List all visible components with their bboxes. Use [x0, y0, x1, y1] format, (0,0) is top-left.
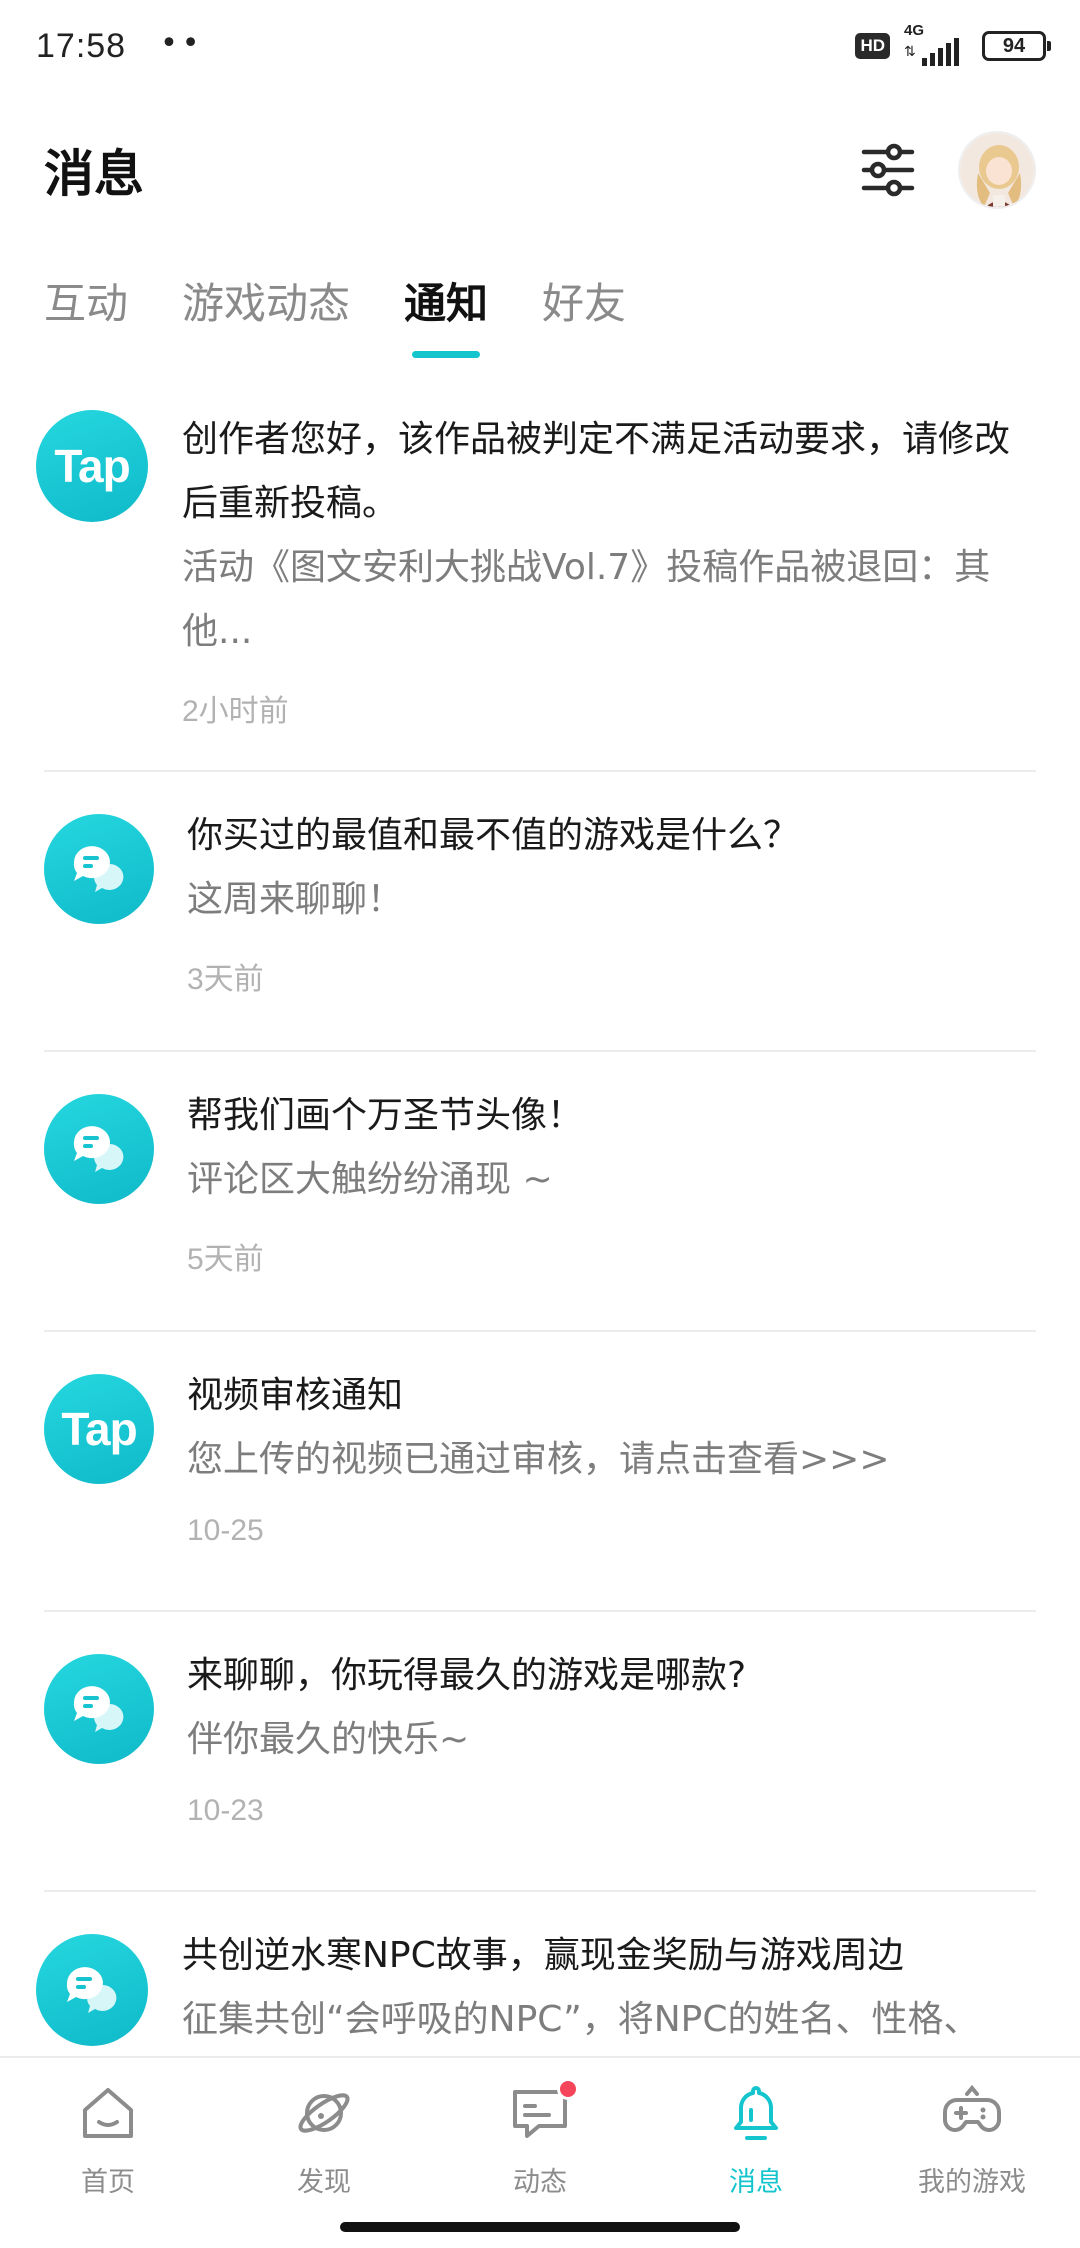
nav-home[interactable]: 首页	[18, 2082, 198, 2199]
message-description: 这周来聊聊！	[187, 879, 404, 920]
status-time: 17:58	[36, 26, 127, 65]
hd-icon: HD	[855, 33, 890, 59]
message-time: 2小时前	[182, 695, 289, 728]
message-title: 共创逆水寒NPC故事，赢现金奖励与游戏周边	[182, 1935, 904, 1976]
home-indicator[interactable]	[340, 2222, 740, 2232]
list-item[interactable]: 来聊聊，你玩得最久的游戏是哪款? 伴你最久的快乐~ 10-23	[0, 1612, 1080, 1892]
tab-game-updates[interactable]: 游戏动态	[182, 262, 350, 362]
tap-logo-icon: Tap	[36, 410, 148, 522]
message-tabs: 互动 游戏动态 通知 好友	[0, 262, 1080, 372]
message-description: 征集共创“会呼吸的NPC”，将NPC的姓名、性格、	[182, 1999, 980, 2040]
message-time: 3天前	[187, 963, 264, 996]
chat-bubble-icon	[44, 814, 154, 924]
home-icon	[83, 2088, 133, 2138]
chat-bubble-icon	[44, 1094, 154, 1204]
tab-notifications[interactable]: 通知	[404, 262, 488, 362]
avatar-image	[960, 133, 1034, 207]
message-description: 活动《图文安利大挑战Vol.7》投稿作品被退回：其他...	[182, 547, 991, 652]
tap-logo-icon: Tap	[44, 1374, 154, 1484]
message-description: 评论区大触纷纷涌现 ~	[187, 1159, 553, 1200]
list-item[interactable]: Tap 创作者您好，该作品被判定不满足活动要求，请修改后重新投稿。 活动《图文安…	[0, 382, 1080, 772]
user-avatar[interactable]	[958, 131, 1036, 209]
message-title: 来聊聊，你玩得最久的游戏是哪款?	[187, 1655, 747, 1696]
message-time: 10-25	[187, 1514, 264, 1547]
chat-bubble-icon	[44, 1654, 154, 1764]
list-item[interactable]: 帮我们画个万圣节头像！ 评论区大触纷纷涌现 ~ 5天前	[0, 1052, 1080, 1332]
message-description: 伴你最久的快乐~	[187, 1719, 470, 1760]
list-item[interactable]: Tap 视频审核通知 您上传的视频已通过审核，请点击查看>>> 10-25	[0, 1332, 1080, 1612]
message-title: 你买过的最值和最不值的游戏是什么？	[187, 815, 800, 856]
planet-icon	[298, 2093, 350, 2133]
tab-friends[interactable]: 好友	[542, 262, 626, 362]
unread-badge	[557, 2078, 579, 2100]
sliders-icon	[861, 143, 915, 197]
battery-icon: 94	[982, 31, 1051, 61]
bottom-navigation: 首页 发现 动态 消息 我的游戏	[0, 2056, 1080, 2206]
gamepad-icon	[943, 2084, 1001, 2132]
nav-my-games[interactable]: 我的游戏	[882, 2082, 1062, 2199]
nav-feed[interactable]: 动态	[450, 2078, 630, 2199]
page-title: 消息	[44, 145, 144, 203]
signal-icon: 4G ⇅	[904, 22, 968, 66]
notification-list: Tap 创作者您好，该作品被判定不满足活动要求，请修改后重新投稿。 活动《图文安…	[0, 382, 1080, 2152]
message-title: 创作者您好，该作品被判定不满足活动要求，请修改后重新投稿。	[182, 419, 1011, 524]
message-time: 10-23	[187, 1794, 264, 1827]
list-item[interactable]: 你买过的最值和最不值的游戏是什么？ 这周来聊聊！ 3天前	[0, 772, 1080, 1052]
active-tab-indicator	[412, 351, 481, 358]
message-description: 您上传的视频已通过审核，请点击查看>>>	[187, 1439, 890, 1480]
tab-interaction[interactable]: 互动	[44, 262, 128, 362]
chat-bubble-icon	[36, 1934, 148, 2046]
message-title: 帮我们画个万圣节头像！	[187, 1095, 584, 1136]
bell-icon	[734, 2086, 778, 2140]
page-header: 消息	[0, 120, 1080, 220]
nav-discover[interactable]: 发现	[234, 2082, 414, 2199]
status-dots: ••	[160, 25, 204, 61]
status-bar: 17:58 •• HD 4G ⇅ 94	[0, 0, 1080, 92]
filter-settings-button[interactable]	[858, 140, 918, 200]
message-time: 5天前	[187, 1243, 264, 1276]
message-title: 视频审核通知	[187, 1375, 404, 1416]
nav-messages[interactable]: 消息	[666, 2082, 846, 2199]
